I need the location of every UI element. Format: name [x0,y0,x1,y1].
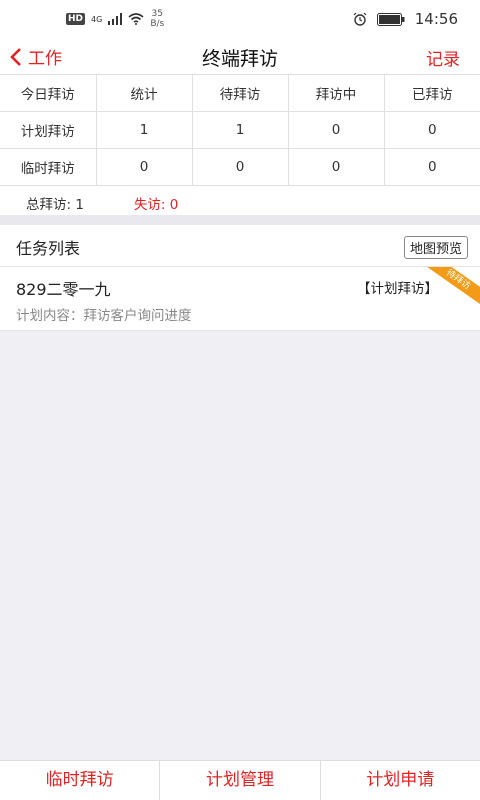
stats-header-row: 今日拜访 统计 待拜访 拜访中 已拜访 [0,75,480,112]
header-today: 今日拜访 [0,75,97,112]
record-button[interactable]: 记录 [426,45,460,70]
temporary-visit-button[interactable]: 临时拜访 [0,761,161,800]
status-left: HD 4G 35 B/s [66,9,164,29]
speed-unit: B/s [150,19,165,29]
hd-badge: HD [66,13,86,25]
stats-row-planned: 计划拜访 1 1 0 0 [0,111,480,149]
cell-value: 0 [288,111,385,149]
clock: 14:56 [414,10,458,28]
bottom-action-bar: 临时拜访 计划管理 计划申请 [0,760,480,800]
status-right: 14:56 [353,10,458,28]
section-divider [0,215,480,225]
stats-table: 今日拜访 统计 待拜访 拜访中 已拜访 计划拜访 1 1 0 0 临时拜访 0 … [0,75,480,186]
alarm-icon [353,12,367,26]
cell-value: 0 [384,148,480,186]
row-label: 临时拜访 [0,148,97,186]
page-title: 终端拜访 [201,48,278,70]
cell-value: 0 [96,148,193,186]
cell-value: 1 [192,111,289,149]
cell-value: 0 [288,148,385,186]
task-list-header: 任务列表 地图预览 [0,225,480,267]
missed-visits: 失访: 0 [133,197,179,213]
plan-request-button[interactable]: 计划申请 [321,761,480,800]
task-content: 计划内容：拜访客户询问进度 [16,308,192,324]
speed-value: 35 [151,9,163,19]
signal-icon [108,13,123,25]
header-stat: 统计 [96,75,193,112]
back-label: 工作 [28,49,62,69]
row-label: 计划拜访 [0,111,97,149]
wifi-icon [128,13,144,25]
status-bar: HD 4G 35 B/s 14:56 [0,0,480,38]
network-speed: 35 B/s [150,9,164,29]
visit-stats: 今日拜访 统计 待拜访 拜访中 已拜访 计划拜访 1 1 0 0 临时拜访 0 … [0,75,480,221]
header-in-progress: 拜访中 [288,75,385,112]
battery-icon [376,12,405,26]
nav-bar: 工作 终端拜访 记录 [0,38,480,75]
task-list-title: 任务列表 [16,239,81,258]
plan-management-button[interactable]: 计划管理 [160,761,321,800]
network-type: 4G [91,14,103,24]
header-pending: 待拜访 [192,75,289,112]
chevron-left-icon [10,47,21,66]
total-visits: 总拜访: 1 [26,197,84,213]
back-button[interactable]: 工作 [10,44,62,69]
task-type: 【计划拜访】 [357,281,438,297]
map-preview-button[interactable]: 地图预览 [403,236,468,259]
cell-value: 0 [192,148,289,186]
cell-value: 1 [96,111,193,149]
stats-row-temporary: 临时拜访 0 0 0 0 [0,148,480,186]
header-visited: 已拜访 [384,75,480,112]
task-item[interactable]: 829二零一九 【计划拜访】 计划内容：拜访客户询问进度 待拜访 [0,267,480,331]
task-name: 829二零一九 [16,280,111,299]
cell-value: 0 [384,111,480,149]
